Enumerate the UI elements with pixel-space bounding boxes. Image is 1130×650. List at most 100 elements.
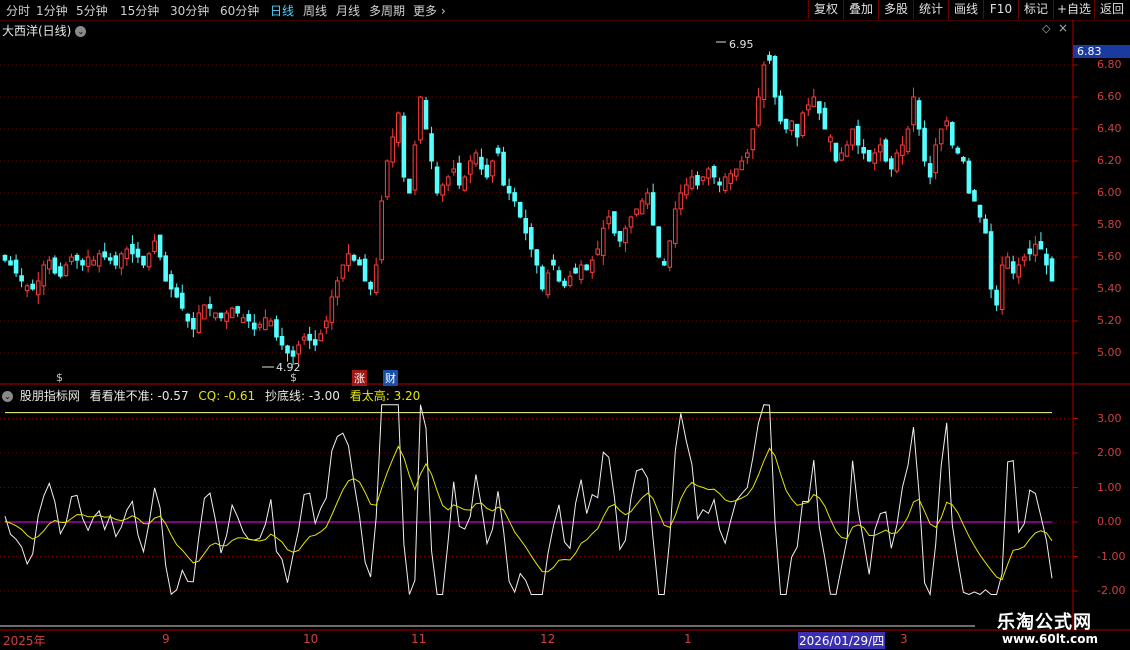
candle-down	[861, 147, 866, 154]
candle-up	[373, 264, 379, 293]
current-price-box: 6.83	[1073, 45, 1130, 58]
candle-down	[1044, 253, 1049, 266]
candle-down	[235, 306, 240, 314]
candle-up	[462, 176, 468, 191]
candle-up	[728, 173, 733, 184]
candle-down	[817, 101, 822, 114]
chart-canvas	[0, 20, 1130, 631]
candle-up	[440, 184, 445, 196]
candle-down	[977, 204, 983, 218]
candle-up	[473, 152, 479, 165]
candle-up	[938, 128, 944, 145]
candle-down	[185, 313, 191, 322]
candle-down	[528, 227, 534, 250]
candle-down	[13, 259, 19, 274]
candle-down	[362, 258, 368, 282]
candle-up	[800, 112, 806, 136]
candle-down	[246, 314, 252, 322]
candle-up	[301, 336, 307, 341]
indicator-value: 看太高: 3.20	[349, 389, 421, 403]
candle-down	[52, 257, 58, 274]
candle-up	[119, 253, 124, 269]
candle-down	[927, 163, 933, 178]
date-label: 2025年	[3, 634, 46, 648]
event-tag-finance[interactable]: 财	[383, 370, 398, 386]
candle-down	[434, 166, 440, 194]
candle-up	[379, 200, 384, 261]
candle-up	[1033, 243, 1038, 256]
candle-down	[1010, 261, 1016, 274]
candle-down	[501, 151, 506, 186]
candle-down	[163, 255, 168, 282]
candle-down	[562, 280, 567, 287]
candle-down	[207, 304, 213, 309]
candle-up	[911, 96, 916, 126]
event-tag-limit-up[interactable]: 涨	[352, 370, 367, 386]
event-tag-dollar[interactable]: $	[56, 371, 63, 384]
date-label: 11	[411, 632, 427, 646]
candle-down	[994, 289, 999, 306]
candle-up	[346, 253, 351, 266]
candle-up	[545, 272, 551, 296]
indicator-name[interactable]: 股朋指标网	[20, 389, 80, 403]
candle-up	[91, 259, 96, 266]
candle-up	[634, 208, 639, 215]
candle-down	[612, 211, 617, 234]
candle-up	[202, 304, 207, 320]
candle-down	[922, 127, 927, 162]
candle-down	[961, 156, 966, 162]
candle-up	[268, 320, 274, 327]
candle-down	[429, 133, 434, 162]
candle-down	[772, 55, 778, 98]
event-tag-dollar[interactable]: $	[290, 371, 297, 384]
candle-up	[894, 152, 900, 172]
candle-up	[745, 152, 750, 158]
candle-down	[523, 218, 529, 234]
candle-down	[955, 147, 961, 154]
candle-up	[872, 152, 878, 164]
candle-down	[174, 287, 180, 298]
candle-up	[739, 160, 745, 171]
watermark-title: 乐淘公式网	[997, 612, 1092, 633]
candle-up	[240, 317, 246, 324]
candle-down	[767, 54, 772, 61]
candle-up	[335, 280, 340, 298]
candle-down	[107, 257, 113, 261]
candle-down	[556, 270, 562, 282]
candle-up	[623, 227, 628, 244]
indicator-header: ⌄ 股朋指标网 看看准不准: -0.57 CQ: -0.61 抄底线: -3.0…	[2, 387, 426, 404]
date-cursor-label: 2026/01/29/四	[798, 632, 886, 649]
candle-up	[761, 64, 767, 101]
candle-up	[41, 264, 47, 287]
candle-down	[966, 160, 972, 194]
candle-down	[1038, 241, 1044, 250]
price-tick-label: 5.60	[1097, 250, 1122, 263]
candle-down	[307, 333, 312, 341]
candle-up	[578, 264, 584, 280]
candle-up	[673, 208, 678, 244]
date-label: 9	[162, 632, 170, 646]
indicator-tick-label: 0.00	[1097, 515, 1122, 528]
candle-down	[135, 248, 141, 258]
candle-down	[551, 259, 556, 266]
date-label: 1	[684, 632, 692, 646]
candle-up	[85, 256, 91, 267]
candle-up	[318, 333, 324, 342]
candle-up	[69, 256, 74, 263]
indicator-tick-label: 2.00	[1097, 446, 1122, 459]
candle-up	[639, 200, 645, 215]
candle-up	[340, 264, 346, 279]
candle-down	[517, 201, 523, 218]
indicator-tick-label: 1.00	[1097, 480, 1122, 494]
candle-down	[988, 231, 994, 290]
chevron-down-icon[interactable]: ⌄	[2, 391, 13, 402]
indicator-tick-label: 3.00	[1097, 411, 1122, 425]
candle-up	[451, 168, 457, 173]
candle-up	[384, 160, 390, 198]
candle-down	[650, 192, 656, 226]
candle-down	[584, 264, 589, 271]
candle-down	[495, 147, 501, 154]
price-tick-label: 6.40	[1097, 122, 1122, 135]
candle-down	[2, 254, 8, 261]
candle-up	[667, 240, 673, 268]
